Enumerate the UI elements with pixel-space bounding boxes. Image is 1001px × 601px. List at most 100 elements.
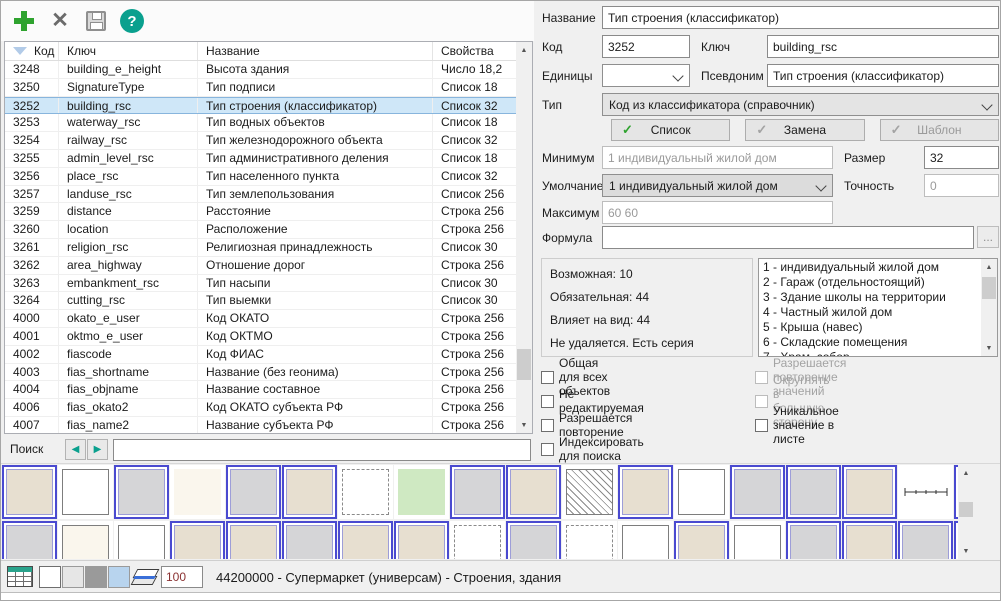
scroll-down-button[interactable]: ▼ xyxy=(516,417,532,433)
checkbox-уникальное[interactable]: Уникальное значение в листе xyxy=(755,417,839,433)
palette-cell[interactable] xyxy=(170,465,225,519)
values-list-scrollbar[interactable]: ▲ ▼ xyxy=(981,259,997,356)
checkbox-индексировать[interactable]: Индексировать для поиска xyxy=(541,441,644,457)
minimum-field[interactable] xyxy=(602,146,833,169)
classifier-value-item[interactable]: 1 - индивидуальный жилой дом xyxy=(763,260,981,275)
formula-field[interactable] xyxy=(602,226,974,249)
table-row[interactable]: 3250SignatureTypeТип подписиСписок 18 xyxy=(5,79,516,97)
scroll-up-button[interactable]: ▲ xyxy=(958,465,974,481)
palette-cell[interactable] xyxy=(58,465,113,519)
palette-cell[interactable] xyxy=(338,521,393,559)
scale-input[interactable] xyxy=(161,566,203,588)
table-row[interactable]: 3256place_rscТип населенного пунктаСписо… xyxy=(5,168,516,186)
palette-cell[interactable] xyxy=(786,465,841,519)
palette-cell[interactable] xyxy=(226,521,281,559)
checkbox-box[interactable] xyxy=(755,419,768,432)
table-row[interactable]: 3259distanceРасстояниеСтрока 256 xyxy=(5,203,516,221)
scroll-track[interactable] xyxy=(981,275,997,340)
table-row[interactable]: 4006fias_okato2Код ОКАТО субъекта РФСтро… xyxy=(5,399,516,417)
table-row[interactable]: 4001oktmo_e_userКод ОКТМОСтрока 256 xyxy=(5,328,516,346)
table-scrollbar[interactable]: ▲ ▼ xyxy=(516,42,532,433)
checkbox-box[interactable] xyxy=(541,443,554,456)
column-header-key[interactable]: Ключ xyxy=(59,42,198,60)
scroll-up-button[interactable]: ▲ xyxy=(516,42,532,58)
mode-button-замена[interactable]: ✓Замена xyxy=(745,119,864,141)
checkbox-не[interactable]: Не редактируемая xyxy=(541,393,644,409)
search-next-button[interactable]: ▶ xyxy=(87,439,108,460)
table-row[interactable]: 3254railway_rscТип железнодорожного объе… xyxy=(5,132,516,150)
table-row[interactable]: 3264cutting_rscТип выемкиСписок 30 xyxy=(5,292,516,310)
table-row[interactable]: 3252building_rscТип строения (классифика… xyxy=(5,97,516,115)
palette-cell[interactable] xyxy=(898,521,953,559)
checkbox-разрешается[interactable]: Разрешается повторение xyxy=(541,417,632,433)
table-row[interactable]: 3255admin_level_rscТип административного… xyxy=(5,150,516,168)
table-row[interactable]: 3257landuse_rscТип землепользованияСписо… xyxy=(5,186,516,204)
code-field[interactable] xyxy=(602,35,690,58)
table-row[interactable]: 4003fias_shortnameНазвание (без геонима)… xyxy=(5,364,516,382)
palette-cell[interactable] xyxy=(842,521,897,559)
palette-cell[interactable] xyxy=(58,521,113,559)
palette-cell[interactable] xyxy=(170,521,225,559)
table-row[interactable]: 3262area_highwayОтношение дорогСтрока 25… xyxy=(5,257,516,275)
palette-cell[interactable] xyxy=(394,465,449,519)
table-row[interactable]: 4002fiascodeКод ФИАССтрока 256 xyxy=(5,346,516,364)
type-combobox[interactable]: Код из классификатора (справочник) xyxy=(602,93,999,116)
save-button[interactable] xyxy=(83,8,109,34)
search-input[interactable] xyxy=(113,439,531,461)
scroll-down-button[interactable]: ▼ xyxy=(958,543,974,559)
palette-cell[interactable] xyxy=(338,465,393,519)
palette-cell[interactable] xyxy=(2,465,57,519)
table-row[interactable]: 3260locationРасположениеСтрока 256 xyxy=(5,221,516,239)
palette-cell[interactable] xyxy=(618,521,673,559)
add-button[interactable] xyxy=(11,8,37,34)
checkbox-общая[interactable]: Общая для всех объектов xyxy=(541,369,610,385)
background-swatch-button[interactable] xyxy=(108,566,130,588)
scroll-down-button[interactable]: ▼ xyxy=(981,340,997,356)
table-row[interactable]: 3253waterway_rscТип водных объектовСписо… xyxy=(5,114,516,132)
table-row[interactable]: 3263embankment_rscТип насыпиСписок 30 xyxy=(5,275,516,293)
scroll-track[interactable] xyxy=(958,481,974,543)
alias-field[interactable] xyxy=(767,64,999,87)
classifier-value-item[interactable]: 3 - Здание школы на территории xyxy=(763,290,981,305)
units-combobox[interactable] xyxy=(602,64,690,87)
checkbox-box[interactable] xyxy=(541,419,554,432)
column-header-props[interactable]: Свойства xyxy=(433,42,516,60)
palette-cell[interactable] xyxy=(898,465,953,519)
name-field[interactable] xyxy=(602,6,999,29)
delete-button[interactable]: ✕ xyxy=(47,8,73,34)
table-view-icon[interactable] xyxy=(7,566,33,587)
palette-scrollbar[interactable]: ▲ ▼ xyxy=(958,465,974,559)
scroll-thumb[interactable] xyxy=(517,349,531,380)
background-swatch-button[interactable] xyxy=(62,566,84,588)
palette-cell[interactable] xyxy=(674,521,729,559)
precision-field[interactable] xyxy=(924,174,999,197)
palette-cell[interactable] xyxy=(394,521,449,559)
palette-cell[interactable] xyxy=(114,521,169,559)
table-row[interactable]: 4004fias_objnameНазвание составноеСтрока… xyxy=(5,381,516,399)
table-row[interactable]: 4007fias_name2Название субъекта РФСтрока… xyxy=(5,417,516,433)
palette-cell[interactable] xyxy=(730,521,785,559)
palette-cell[interactable] xyxy=(282,521,337,559)
palette-cell[interactable] xyxy=(842,465,897,519)
formula-browse-button[interactable]: ... xyxy=(977,226,999,248)
palette-cell[interactable] xyxy=(506,465,561,519)
background-swatch-button[interactable] xyxy=(85,566,107,588)
classifier-value-item[interactable]: 4 - Частный жилой дом xyxy=(763,305,981,320)
scroll-track[interactable] xyxy=(516,58,532,417)
classifier-value-item[interactable]: 6 - Складские помещения xyxy=(763,335,981,350)
table-row[interactable]: 3248building_e_heightВысота зданияЧисло … xyxy=(5,61,516,79)
column-header-code[interactable]: Код xyxy=(5,42,59,60)
palette-cell[interactable] xyxy=(786,521,841,559)
palette-cell[interactable] xyxy=(506,521,561,559)
palette-cell[interactable] xyxy=(450,465,505,519)
table-row[interactable]: 3261religion_rscРелигиозная принадлежнос… xyxy=(5,239,516,257)
column-header-name[interactable]: Название xyxy=(198,42,433,60)
table-row[interactable]: 4000okato_e_userКод ОКАТОСтрока 256 xyxy=(5,310,516,328)
palette-cell[interactable] xyxy=(226,465,281,519)
palette-cell[interactable] xyxy=(674,465,729,519)
help-button[interactable]: ? xyxy=(119,8,145,34)
search-prev-button[interactable]: ◀ xyxy=(65,439,86,460)
map-sheet-icon[interactable] xyxy=(131,568,157,586)
palette-cell[interactable] xyxy=(282,465,337,519)
checkbox-box[interactable] xyxy=(541,371,554,384)
